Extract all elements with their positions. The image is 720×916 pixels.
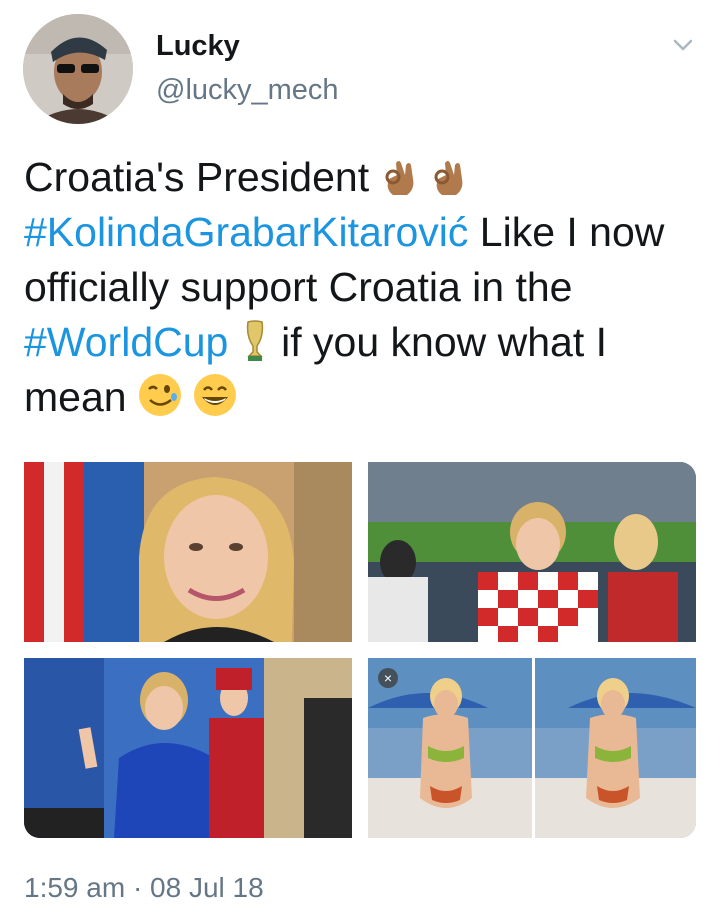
chevron-down-icon[interactable] bbox=[672, 34, 694, 56]
inauguration-image bbox=[24, 658, 352, 838]
trophy-icon bbox=[246, 320, 263, 361]
grin-face-icon bbox=[194, 374, 237, 416]
tweet-text-part: Croatia's President bbox=[24, 154, 381, 200]
tweet-timestamp[interactable]: 1:59 am · 08 Jul 18 bbox=[24, 872, 264, 904]
hashtag-link[interactable]: #KolindaGrabarKitarović bbox=[24, 209, 468, 255]
close-icon[interactable]: × bbox=[378, 668, 398, 688]
hashtag-link[interactable]: #WorldCup bbox=[24, 319, 228, 365]
ok-hand-icon bbox=[434, 161, 463, 195]
ok-hand-icon bbox=[385, 161, 413, 195]
wink-face-icon bbox=[138, 374, 181, 416]
photo-2[interactable] bbox=[368, 462, 696, 642]
display-name[interactable]: Lucky bbox=[156, 30, 240, 63]
user-handle[interactable]: @lucky_mech bbox=[156, 74, 339, 107]
beach-image bbox=[368, 658, 696, 838]
tweet-text: Croatia's President #KolindaGrabarKitaro… bbox=[24, 150, 704, 425]
avatar[interactable] bbox=[23, 14, 133, 124]
portrait-image bbox=[24, 462, 352, 642]
stadium-image bbox=[368, 462, 696, 642]
photo-4[interactable] bbox=[368, 658, 696, 838]
photo-1[interactable] bbox=[24, 462, 352, 642]
photo-3[interactable] bbox=[24, 658, 352, 838]
avatar-image bbox=[23, 14, 133, 124]
